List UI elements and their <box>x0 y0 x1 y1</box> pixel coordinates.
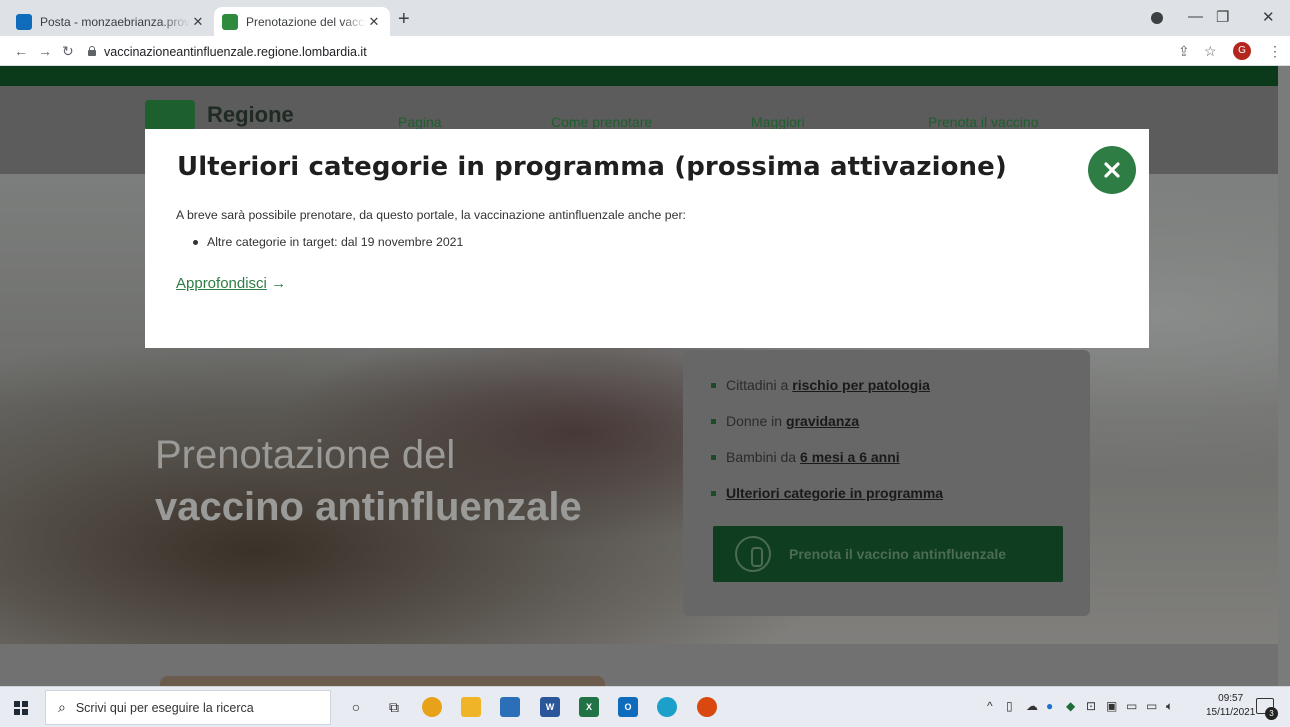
link-ulteriori-categorie[interactable]: Ulteriori categorie in programma <box>726 485 943 501</box>
nav-come-prenotare[interactable]: Come prenotare <box>551 114 652 130</box>
book-vaccine-label: Prenota il vaccino antinfluenzale <box>789 546 1007 562</box>
task-view-icon[interactable]: ⧉ <box>384 697 404 717</box>
windows-start-icon[interactable] <box>14 701 28 715</box>
windows-taskbar: ⌕ Scrivi qui per eseguire la ricerca ○ ⧉… <box>0 686 1290 727</box>
modal-title: Ulteriori categorie in programma (prossi… <box>177 152 1007 182</box>
new-tab-button[interactable]: + <box>398 8 410 31</box>
display-icon[interactable]: ⊡ <box>1086 699 1096 713</box>
arrow-right-icon: → <box>271 275 287 292</box>
link-rischio-patologia[interactable]: rischio per patologia <box>792 377 930 393</box>
categories-list: Cittadini a rischio per patologia Donne … <box>711 377 943 521</box>
hero-title-line2: vaccino antinfluenzale <box>155 485 582 529</box>
nav-prenota-vaccino[interactable]: Prenota il vaccino <box>928 114 1039 130</box>
regione-logo-icon <box>145 100 195 130</box>
chevron-up-icon[interactable]: ^ <box>987 699 993 713</box>
profile-icon[interactable] <box>1151 12 1163 24</box>
touch-hand-icon <box>735 536 771 572</box>
browser-toolbar: ← → ↻ vaccinazioneantinfluenzale.regione… <box>0 36 1290 66</box>
volume-icon[interactable]: 🔈︎ <box>1166 699 1173 714</box>
modal-bullet-item: Altre categorie in target: dal 19 novemb… <box>193 235 463 249</box>
search-placeholder: Scrivi qui per eseguire la ricerca <box>75 700 254 715</box>
link-6-mesi-6-anni[interactable]: 6 mesi a 6 anni <box>800 449 900 465</box>
close-icon[interactable]: ✕ <box>190 14 206 30</box>
address-bar[interactable]: vaccinazioneantinfluenzale.regione.lomba… <box>104 45 367 59</box>
hero-title: Prenotazione del vaccino antinfluenzale <box>155 429 715 533</box>
page-scrollbar[interactable] <box>1278 66 1290 686</box>
clock-time: 09:57 <box>1218 693 1244 704</box>
nav-pagina[interactable]: Pagina <box>398 114 442 130</box>
file-explorer-icon[interactable] <box>461 697 481 717</box>
app-icon[interactable] <box>697 697 717 717</box>
tab-title: Prenotazione del vaccino antinfl <box>246 14 366 29</box>
minimize-icon[interactable]: — <box>1188 8 1203 25</box>
security-icon[interactable]: ◆ <box>1066 699 1075 713</box>
link-gravidanza[interactable]: gravidanza <box>786 413 859 429</box>
lock-icon[interactable] <box>88 46 96 56</box>
list-item: Ulteriori categorie in programma <box>711 485 943 521</box>
share-icon[interactable]: ⇪ <box>1178 43 1190 60</box>
hero-title-line1: Prenotazione del <box>155 433 456 477</box>
notification-badge: 3 <box>1265 707 1278 720</box>
outlook-icon <box>16 13 32 30</box>
logo-text: Regione <box>207 102 294 127</box>
excel-icon[interactable]: X <box>579 697 599 717</box>
clipboard-icon[interactable]: ▣ <box>1106 699 1117 713</box>
below-image-block <box>160 676 605 686</box>
nav-maggiori[interactable]: Maggiori <box>751 114 805 130</box>
word-icon[interactable]: W <box>540 697 560 717</box>
list-item: Cittadini a rischio per patologia <box>711 377 943 413</box>
list-item: Bambini da 6 mesi a 6 anni <box>711 449 943 485</box>
bluetooth-icon[interactable]: ● <box>1046 699 1053 713</box>
search-icon: ⌕ <box>58 699 66 715</box>
book-vaccine-button[interactable]: Prenota il vaccino antinfluenzale <box>713 526 1063 582</box>
network-icon[interactable]: ▭ <box>1146 699 1157 713</box>
tab-title: Posta - monzaebrianza.provincia <box>40 14 190 29</box>
close-icon <box>1104 162 1120 178</box>
close-icon[interactable]: ✕ <box>366 14 382 30</box>
modal-close-button[interactable] <box>1088 146 1136 194</box>
list-item: Donne in gravidanza <box>711 413 943 449</box>
usb-icon[interactable]: ▯ <box>1006 699 1013 713</box>
back-icon[interactable]: ← <box>14 43 28 59</box>
close-window-icon[interactable]: ✕ <box>1262 8 1275 26</box>
restore-icon[interactable]: ❐ <box>1216 8 1229 26</box>
taskbar-search-input[interactable]: ⌕ Scrivi qui per eseguire la ricerca <box>45 690 331 725</box>
site-top-bar <box>0 66 1278 86</box>
tab-prenotazione[interactable]: Prenotazione del vaccino antinfl ✕ <box>214 7 390 36</box>
categories-card: Cittadini a rischio per patologia Donne … <box>683 350 1090 616</box>
battery-icon[interactable]: ▭ <box>1126 699 1137 713</box>
site-logo[interactable]: Regione <box>145 100 294 130</box>
regione-lombardia-icon <box>222 13 238 30</box>
browser-tab-bar: Posta - monzaebrianza.provincia ✕ Prenot… <box>0 0 1290 36</box>
menu-icon[interactable]: ⋮ <box>1268 43 1282 60</box>
forward-icon[interactable]: → <box>38 43 52 59</box>
info-modal: Ulteriori categorie in programma (prossi… <box>145 129 1149 348</box>
approfondisci-link[interactable]: Approfondisci → <box>176 275 286 292</box>
modal-intro-text: A breve sarà possibile prenotare, da que… <box>176 208 686 222</box>
reload-icon[interactable]: ↻ <box>62 43 74 60</box>
tab-posta[interactable]: Posta - monzaebrianza.provincia ✕ <box>8 7 214 36</box>
taskbar-clock[interactable]: 09:57 15/11/2021 <box>1206 692 1255 720</box>
cloud-icon[interactable]: ☁ <box>1026 699 1038 713</box>
clock-date: 15/11/2021 <box>1206 707 1256 718</box>
store-icon[interactable] <box>500 697 520 717</box>
edge-icon[interactable] <box>657 697 677 717</box>
outlook-icon[interactable]: O <box>618 697 638 717</box>
bookmark-star-icon[interactable]: ☆ <box>1204 43 1217 60</box>
page-viewport: Regione Pagina Come prenotare Maggiori P… <box>0 66 1290 686</box>
chrome-icon[interactable] <box>422 697 442 717</box>
cortana-icon[interactable]: ○ <box>346 697 366 717</box>
avatar[interactable]: G <box>1233 42 1251 60</box>
